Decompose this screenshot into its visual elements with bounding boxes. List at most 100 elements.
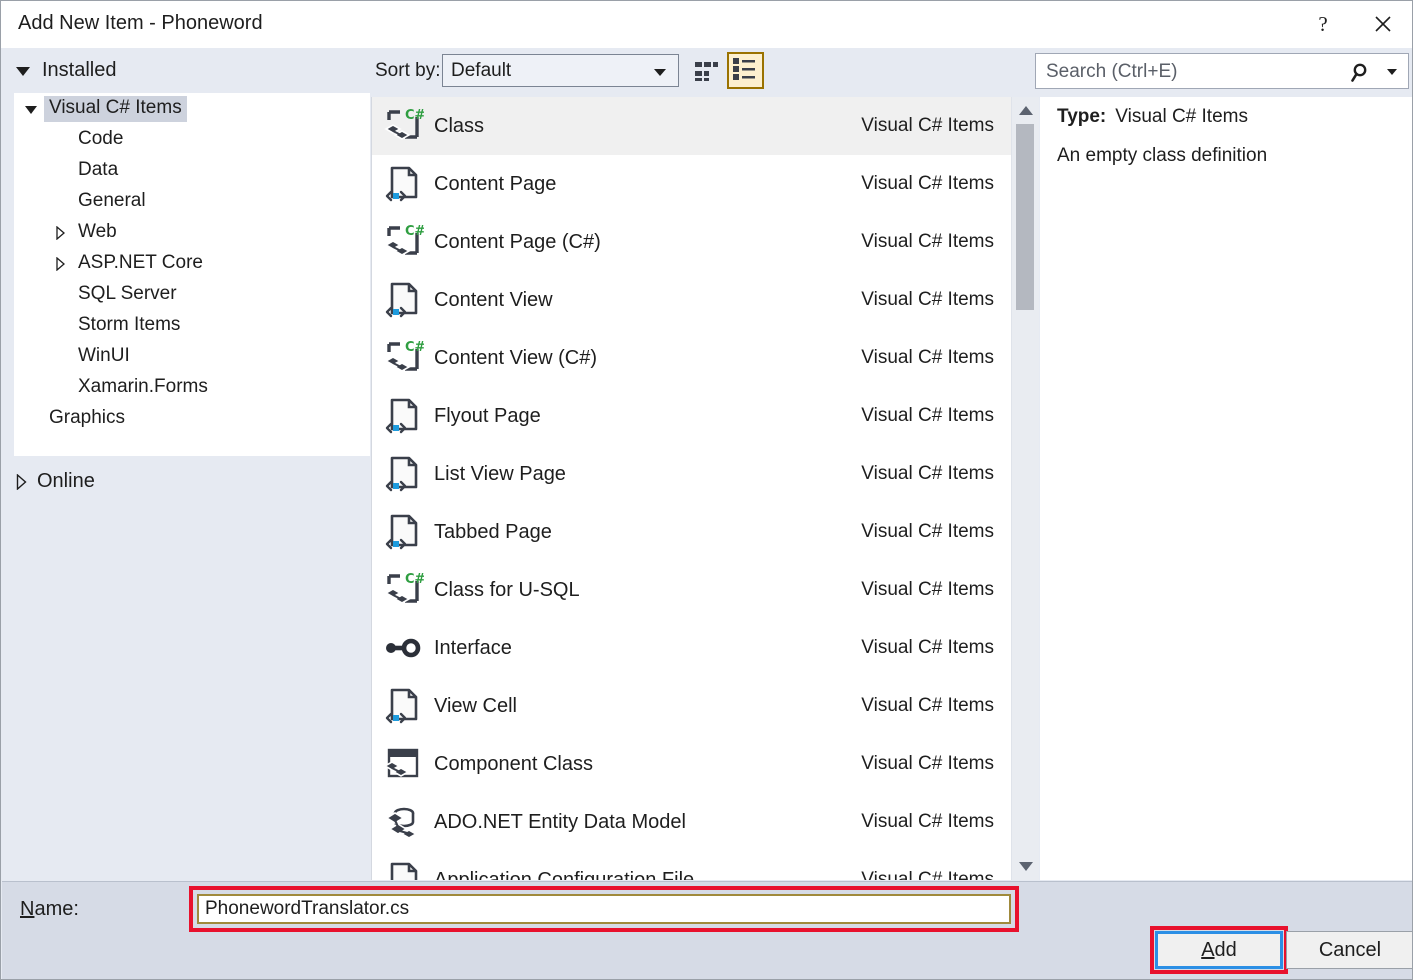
tree-item-label: Visual C# Items	[44, 96, 187, 122]
tree-item-visual-csharp-items[interactable]: Visual C# Items	[14, 93, 370, 124]
name-field[interactable]	[197, 894, 1011, 924]
list-item-type: Visual C# Items	[861, 115, 1011, 137]
file-icon	[372, 860, 434, 880]
tree-item-label: Code	[73, 127, 128, 153]
list-item-content-page[interactable]: Content Page Visual C# Items	[372, 155, 1011, 213]
list-item-flyout-page[interactable]: Flyout Page Visual C# Items	[372, 387, 1011, 445]
help-button[interactable]: ?	[1300, 1, 1346, 47]
list-item-interface[interactable]: Interface Visual C# Items	[372, 619, 1011, 677]
sort-by-label: Sort by:	[375, 60, 440, 82]
group-label-online: Online	[37, 470, 95, 493]
group-header-online[interactable]: Online	[2, 456, 370, 506]
list-item-type: Visual C# Items	[861, 521, 1011, 543]
tree-item-label: SQL Server	[73, 282, 182, 308]
list-item-type: Visual C# Items	[861, 405, 1011, 427]
tree-item-web[interactable]: Web	[14, 217, 370, 248]
close-button[interactable]	[1360, 1, 1406, 47]
list-item-component-class[interactable]: Component Class Visual C# Items	[372, 735, 1011, 793]
chevron-right-icon	[16, 474, 25, 488]
list-item-name: ADO.NET Entity Data Model	[434, 811, 861, 834]
cancel-button[interactable]: Cancel	[1286, 931, 1413, 969]
tree-item-label: ASP.NET Core	[73, 251, 208, 277]
tree-item-data[interactable]: Data	[14, 155, 370, 186]
tree-item-general[interactable]: General	[14, 186, 370, 217]
group-header-installed[interactable]: Installed	[2, 48, 370, 93]
expander[interactable]	[47, 226, 73, 240]
xaml-page-icon	[372, 280, 434, 320]
list-item-name: Component Class	[434, 753, 861, 776]
xaml-page-icon	[372, 686, 434, 726]
tree-item-storm-items[interactable]: Storm Items	[14, 310, 370, 341]
scroll-up-arrow-icon[interactable]	[1019, 106, 1033, 115]
tree-item-graphics[interactable]: Graphics	[14, 403, 370, 434]
csharp-class-icon: C#	[372, 222, 434, 262]
search-box[interactable]	[1035, 53, 1409, 89]
expander[interactable]	[18, 104, 44, 114]
group-label-installed: Installed	[42, 59, 117, 82]
list-item-name: Class	[434, 115, 861, 138]
list-item-ado-net-entity-data-model[interactable]: ADO.NET Entity Data Model Visual C# Item…	[372, 793, 1011, 851]
list-item-name: Flyout Page	[434, 405, 861, 428]
tree-item-label: Data	[73, 158, 123, 184]
tree-item-label: Graphics	[44, 406, 130, 432]
name-label: Name:	[20, 898, 79, 921]
chevron-down-icon	[16, 67, 30, 76]
close-icon	[1360, 1, 1406, 47]
svg-text:C#: C#	[405, 572, 424, 587]
xaml-page-icon	[372, 164, 434, 204]
sort-by-value: Default	[451, 60, 511, 82]
list-item-type: Visual C# Items	[861, 347, 1011, 369]
add-new-item-dialog: Add New Item - Phoneword ? Installed Vis…	[0, 0, 1413, 980]
scroll-down-arrow-icon[interactable]	[1019, 862, 1033, 871]
tiles-view-button[interactable]	[688, 52, 725, 89]
details-type-value: Visual C# Items	[1115, 106, 1248, 127]
tree-item-winui[interactable]: WinUI	[14, 341, 370, 372]
list-view-button[interactable]	[727, 52, 764, 89]
add-button[interactable]: Add	[1155, 931, 1283, 969]
list-scrollbar[interactable]	[1011, 97, 1039, 880]
tree-item-sql-server[interactable]: SQL Server	[14, 279, 370, 310]
list-item-tabbed-page[interactable]: Tabbed Page Visual C# Items	[372, 503, 1011, 561]
list-item-type: Visual C# Items	[861, 695, 1011, 717]
tree-item-aspnet-core[interactable]: ASP.NET Core	[14, 248, 370, 279]
chevron-right-icon	[56, 226, 65, 240]
name-label-accel: N	[20, 898, 34, 920]
search-input[interactable]	[1044, 54, 1348, 90]
categories-panel: Installed Visual C# Items Code Data Gene…	[2, 48, 370, 868]
details-type-label: Type:	[1057, 106, 1106, 127]
list-item-type: Visual C# Items	[861, 637, 1011, 659]
list-item-view-cell[interactable]: View Cell Visual C# Items	[372, 677, 1011, 735]
search-icon[interactable]	[1350, 61, 1374, 90]
list-item-name: Content Page (C#)	[434, 231, 861, 254]
list-view-icon	[729, 54, 758, 83]
list-item-class[interactable]: C# Class Visual C# Items	[372, 97, 1011, 155]
question-mark-icon: ?	[1300, 1, 1346, 47]
list-item-application-configuration-file[interactable]: Application Configuration File Visual C#…	[372, 851, 1011, 880]
tree-item-code[interactable]: Code	[14, 124, 370, 155]
chevron-down-icon[interactable]	[1387, 69, 1397, 75]
list-item-name: Interface	[434, 637, 861, 660]
interface-icon	[372, 628, 434, 668]
dialog-footer: Name: Add Cancel	[2, 881, 1413, 980]
list-item-content-page-csharp[interactable]: C# Content Page (C#) Visual C# Items	[372, 213, 1011, 271]
list-item-content-view[interactable]: Content View Visual C# Items	[372, 271, 1011, 329]
list-item-class-for-usql[interactable]: C# Class for U-SQL Visual C# Items	[372, 561, 1011, 619]
csharp-class-icon: C#	[372, 570, 434, 610]
chevron-down-icon	[25, 106, 37, 114]
svg-text:C#: C#	[405, 340, 424, 355]
list-item-name: Tabbed Page	[434, 521, 861, 544]
list-item-content-view-csharp[interactable]: C# Content View (C#) Visual C# Items	[372, 329, 1011, 387]
tree-item-label: General	[73, 189, 151, 215]
tree-item-label: Web	[73, 220, 122, 246]
name-input[interactable]	[199, 896, 1009, 922]
list-item-list-view-page[interactable]: List View Page Visual C# Items	[372, 445, 1011, 503]
scrollbar-thumb[interactable]	[1016, 124, 1034, 310]
tree-item-label: Storm Items	[73, 313, 185, 339]
tree-item-label: WinUI	[73, 344, 135, 370]
tree-item-xamarin-forms[interactable]: Xamarin.Forms	[14, 372, 370, 403]
svg-text:C#: C#	[405, 108, 424, 123]
sort-by-dropdown[interactable]: Default	[442, 54, 679, 87]
template-list[interactable]: C# Class Visual C# Items Content Pa	[371, 97, 1011, 880]
list-item-type: Visual C# Items	[861, 869, 1011, 880]
expander[interactable]	[47, 257, 73, 271]
